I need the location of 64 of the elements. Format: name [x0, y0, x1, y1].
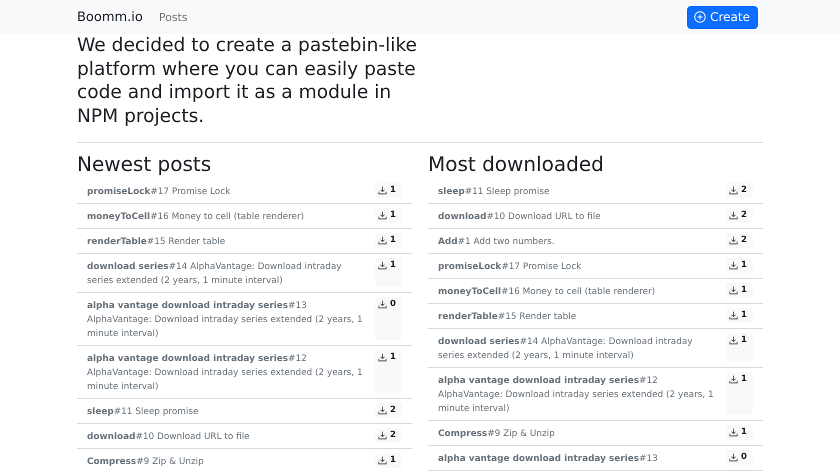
download-icon — [729, 428, 738, 437]
download-count: 2 — [726, 208, 753, 223]
download-count: 1 — [375, 183, 402, 198]
section-heading: Most downloaded — [428, 152, 605, 176]
download-icon — [729, 453, 738, 462]
download-icon — [378, 186, 387, 195]
download-count: 1 — [375, 453, 402, 468]
download-count: 1 — [375, 258, 402, 287]
post-title[interactable]: alpha vantage download intraday series#13 AlphaVantage: Download intraday series extended (2 years, 1 minute interval) — [87, 297, 369, 342]
download-count: 2 — [375, 403, 402, 418]
post-title[interactable]: Compress#9 Zip & Unzip — [438, 425, 720, 442]
brand-name[interactable]: Boomm.io — [77, 10, 143, 24]
download-icon — [378, 353, 387, 362]
download-count: 1 — [375, 233, 402, 248]
download-icon — [729, 261, 738, 270]
download-count: 1 — [726, 308, 753, 323]
download-count: 1 — [726, 372, 753, 415]
download-icon — [729, 186, 738, 195]
post-title[interactable]: sleep#11 Sleep promise — [87, 403, 369, 420]
download-count: 2 — [375, 428, 402, 443]
download-icon — [729, 211, 738, 220]
download-count: 1 — [726, 333, 753, 362]
download-icon — [378, 211, 387, 220]
download-count: 0 — [726, 450, 753, 465]
post-title[interactable]: moneyToCell#16 Money to cell (table renderer) — [438, 283, 720, 300]
download-count: 1 — [726, 283, 753, 298]
post-title[interactable]: alpha vantage download intraday series#12 AlphaVantage: Download intraday series extended (2 years, 1 minute interval) — [87, 350, 369, 395]
download-icon — [729, 236, 738, 245]
download-icon — [378, 456, 387, 465]
post-title[interactable]: alpha vantage download intraday series#13 — [438, 450, 720, 467]
post-title[interactable]: moneyToCell#16 Money to cell (table renderer) — [87, 208, 369, 225]
download-icon — [378, 300, 387, 309]
post-title[interactable]: download series#14 AlphaVantage: Download intraday series extended (2 years, 1 minute interval) — [87, 258, 369, 289]
post-title[interactable]: renderTable#15 Render table — [438, 308, 720, 325]
download-icon — [729, 375, 738, 384]
download-icon — [378, 431, 387, 440]
post-title[interactable]: download#10 Download URL to file — [87, 428, 369, 445]
post-title[interactable]: Add#1 Add two numbers. — [438, 233, 720, 250]
download-count: 1 — [726, 425, 753, 440]
download-icon — [378, 236, 387, 245]
post-title[interactable]: download#10 Download URL to file — [438, 208, 720, 225]
download-count: 2 — [726, 183, 753, 198]
post-title[interactable]: Compress#9 Zip & Unzip — [87, 453, 369, 470]
post-title[interactable]: sleep#11 Sleep promise — [438, 183, 720, 200]
download-icon — [378, 406, 387, 415]
post-title[interactable]: alpha vantage download intraday series#12 AlphaVantage: Download intraday series extended (2 years, 1 minute interval) — [438, 372, 720, 417]
nav-link[interactable]: Posts — [158, 10, 188, 24]
download-icon — [729, 336, 738, 345]
intro-text: We decided to create a pastebin-like platform where you can easily paste code and import it as a module in NPM projects. — [77, 34, 418, 128]
plus-circle-icon — [694, 11, 706, 23]
section-heading: Newest posts — [77, 152, 212, 176]
download-count: 1 — [726, 258, 753, 273]
download-icon — [729, 286, 738, 295]
download-count: 2 — [726, 233, 753, 248]
download-count: 1 — [375, 350, 402, 393]
post-title[interactable]: promiseLock#17 Promise Lock — [438, 258, 720, 275]
download-icon — [729, 311, 738, 320]
post-title[interactable]: renderTable#15 Render table — [87, 233, 369, 250]
create-button[interactable]: Create — [687, 6, 758, 28]
post-title[interactable]: download series#14 AlphaVantage: Download intraday series extended (2 years, 1 minute interval) — [438, 333, 720, 364]
download-count: 1 — [375, 208, 402, 223]
download-count: 0 — [375, 297, 402, 340]
download-icon — [378, 261, 387, 270]
post-title[interactable]: promiseLock#17 Promise Lock — [87, 183, 369, 200]
